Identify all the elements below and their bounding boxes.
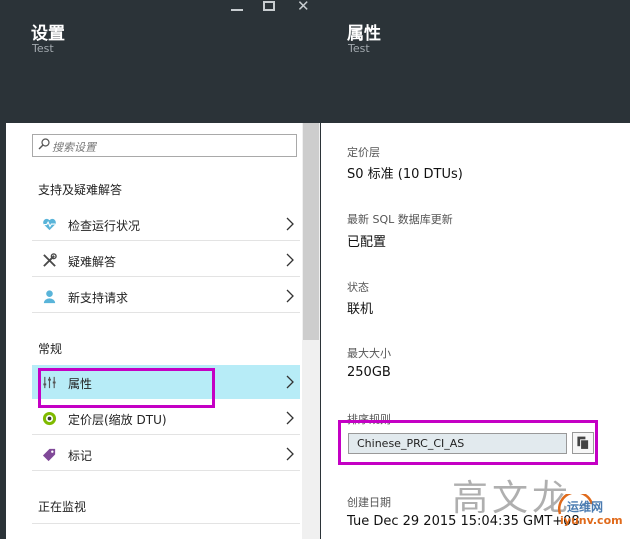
menu-label: 疑难解答	[68, 255, 117, 269]
tools-icon	[43, 253, 57, 267]
section-support: 支持及疑难解答	[38, 183, 123, 197]
chevron-right-icon	[286, 253, 294, 267]
search-icon	[38, 138, 50, 150]
menu-item-new-support-request[interactable]: 新支持请求	[32, 279, 300, 313]
section-general: 常规	[38, 342, 63, 356]
prop-value-pricing-tier: S0 标准 (10 DTUs)	[347, 167, 463, 182]
collation-field[interactable]: Chinese_PRC_CI_AS	[348, 433, 567, 454]
chevron-right-icon	[286, 217, 294, 231]
prop-label-sql-update: 最新 SQL 数据库更新	[347, 213, 453, 226]
watermark-site: 运维网	[567, 500, 604, 514]
copy-icon	[577, 436, 590, 450]
menu-item-check-health[interactable]: 检查运行状况	[32, 207, 300, 241]
tag-icon	[42, 448, 56, 462]
heart-pulse-icon	[43, 218, 56, 231]
section-monitoring: 正在监视	[38, 500, 87, 514]
search-placeholder: 搜索设置	[52, 141, 96, 154]
scrollbar-thumb[interactable]	[303, 123, 319, 340]
menu-item-troubleshoot[interactable]: 疑难解答	[32, 243, 300, 277]
menu-item-monitoring-partial[interactable]	[32, 523, 300, 539]
watermark-url: iyunv.com	[560, 514, 623, 527]
scrollbar[interactable]	[302, 123, 320, 539]
menu-label: 标记	[68, 449, 93, 463]
annotation-highlight-collation: Chinese_PRC_CI_AS	[338, 420, 598, 465]
prop-value-max-size: 250GB	[347, 365, 391, 380]
menu-label: 检查运行状况	[68, 219, 141, 233]
chevron-right-icon	[286, 289, 294, 303]
prop-label-max-size: 最大大小	[347, 347, 391, 360]
pricing-tier-icon	[42, 411, 57, 426]
minimize-icon[interactable]	[231, 9, 243, 11]
support-person-icon	[43, 290, 56, 304]
properties-header: 属性 Test	[321, 0, 630, 123]
settings-body: 搜索设置 支持及疑难解答 检查运行状况 疑难解答 新支持请求 常规 属性 定价层…	[0, 123, 320, 539]
settings-title: 设置	[31, 24, 65, 44]
search-input[interactable]: 搜索设置	[32, 134, 297, 157]
chevron-right-icon	[286, 411, 294, 425]
copy-button[interactable]	[572, 432, 594, 454]
chevron-right-icon	[286, 375, 294, 389]
prop-label-pricing-tier: 定价层	[347, 146, 380, 159]
prop-value-status: 联机	[347, 302, 374, 317]
annotation-highlight-properties	[38, 368, 215, 408]
settings-subtitle: Test	[32, 42, 54, 55]
menu-label: 新支持请求	[68, 291, 129, 305]
prop-value-sql-update: 已配置	[347, 235, 387, 250]
prop-label-created: 创建日期	[347, 496, 391, 509]
properties-subtitle: Test	[348, 42, 370, 55]
properties-title: 属性	[347, 24, 381, 44]
chevron-right-icon	[286, 447, 294, 461]
close-icon[interactable]: ✕	[297, 0, 313, 16]
settings-blade: 设置 Test ✕ 搜索设置 支持及疑难解答 检查运行状况 疑难解答 新支持请求…	[0, 0, 320, 539]
menu-item-tags[interactable]: 标记	[32, 437, 300, 471]
menu-label: 定价层(缩放 DTU)	[68, 413, 167, 427]
maximize-icon[interactable]	[263, 1, 275, 11]
properties-blade: 属性 Test 定价层 S0 标准 (10 DTUs) 最新 SQL 数据库更新…	[320, 0, 630, 539]
prop-label-status: 状态	[347, 281, 369, 294]
settings-header: 设置 Test ✕	[0, 0, 320, 123]
watermark-text: 高文龙	[452, 478, 573, 519]
